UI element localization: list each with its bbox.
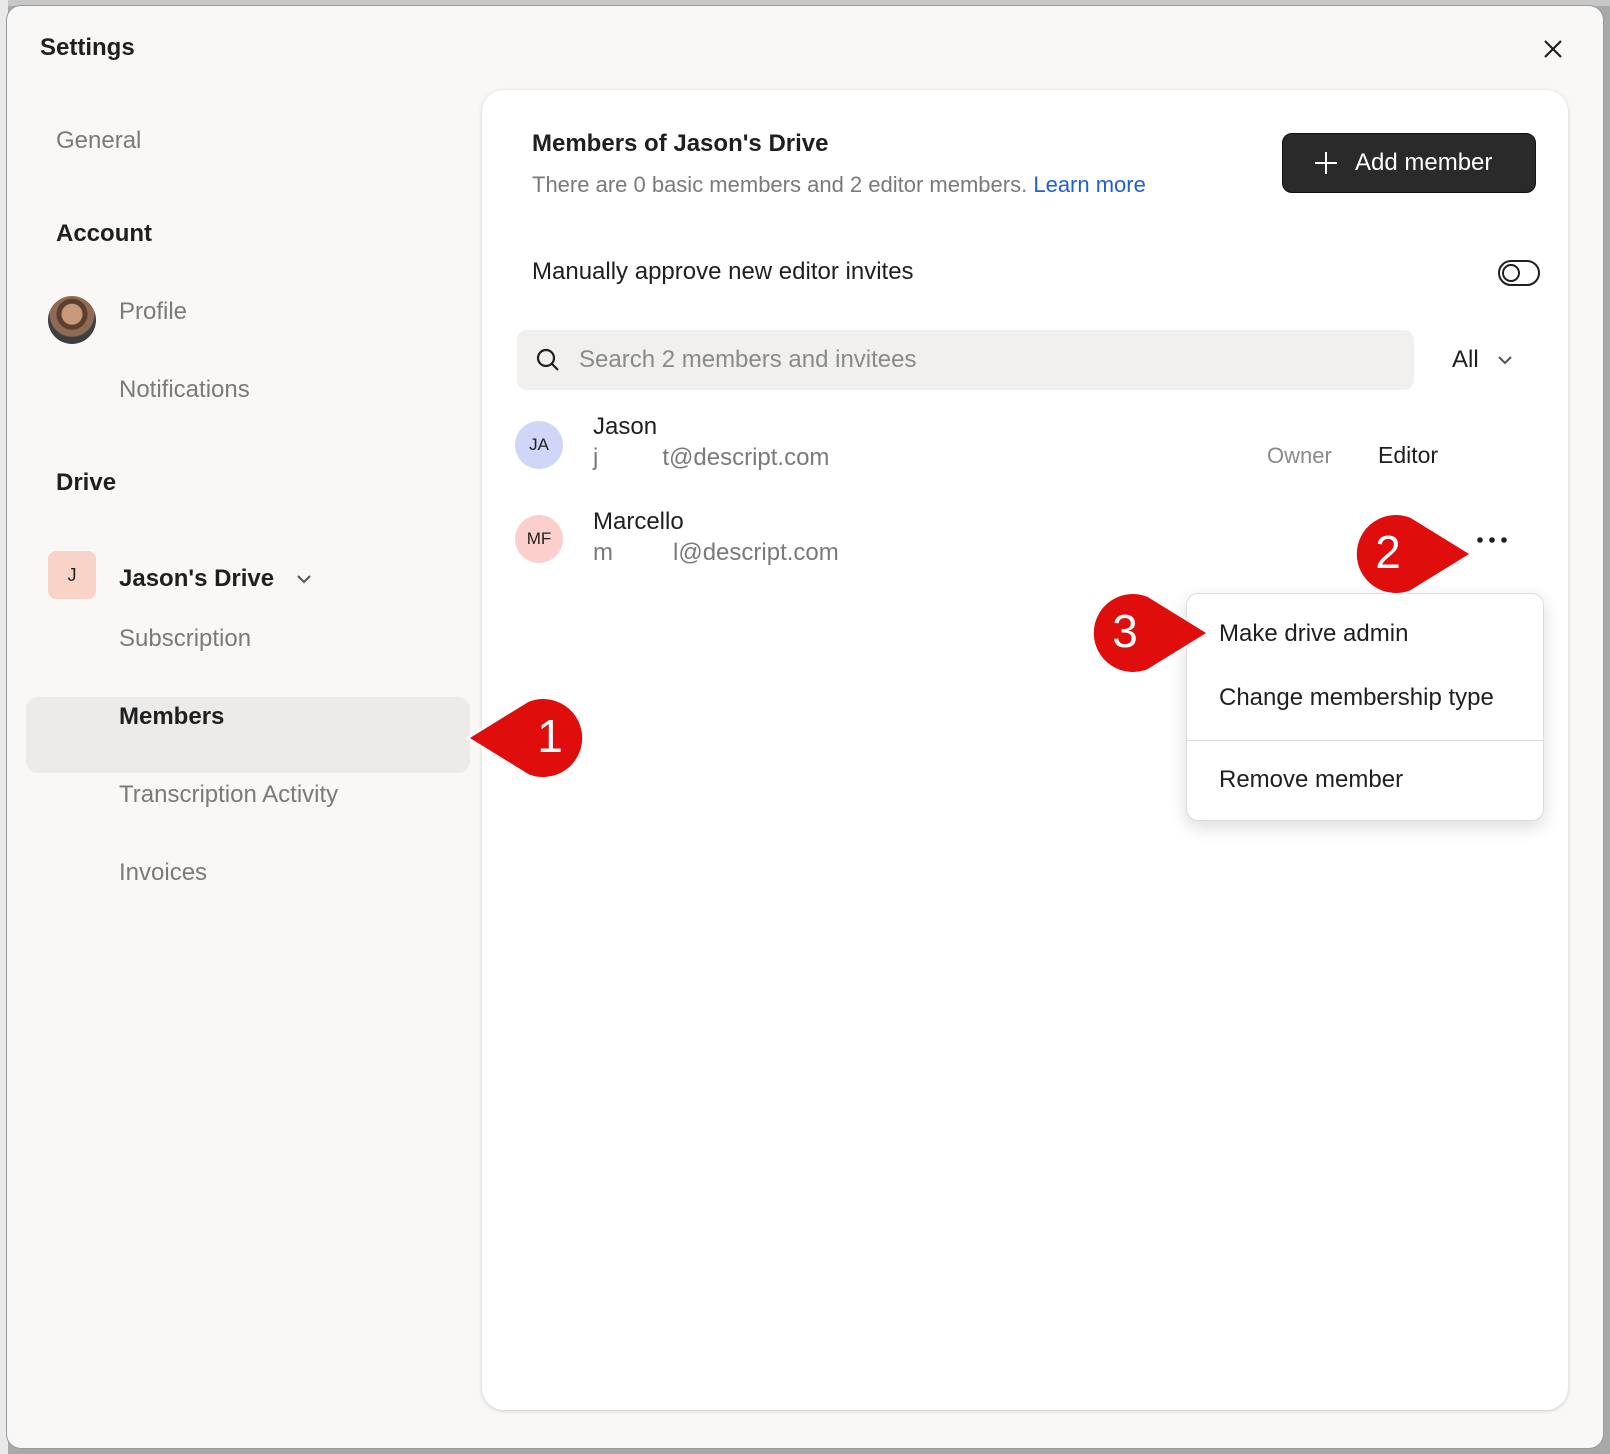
member-email: m l@descript.com — [593, 539, 839, 567]
member-more-button[interactable] — [1474, 530, 1510, 550]
drive-selector[interactable]: Jason's Drive — [119, 565, 274, 593]
member-email: j t@descript.com — [593, 444, 829, 472]
member-filter-select[interactable]: All — [1452, 346, 1513, 374]
member-email-end: t@descript.com — [662, 444, 830, 471]
add-member-label: Add member — [1355, 149, 1493, 176]
callout-2-label: 2 — [1375, 526, 1401, 578]
chevron-down-icon[interactable] — [295, 572, 313, 586]
member-search — [517, 330, 1414, 390]
member-name: Jason — [593, 413, 658, 440]
member-email-end: l@descript.com — [673, 539, 839, 566]
sidebar-item-transcription-activity[interactable]: Transcription Activity — [119, 781, 338, 809]
members-summary-text: There are 0 basic members and 2 editor m… — [532, 172, 1028, 197]
sidebar-section-account: Account — [56, 220, 152, 247]
sidebar-item-members[interactable]: Members — [119, 703, 224, 731]
search-icon — [536, 348, 559, 371]
search-input[interactable] — [579, 346, 1379, 374]
close-icon — [1544, 40, 1562, 58]
member-role[interactable]: Editor — [1378, 442, 1438, 469]
member-email-start: m — [593, 539, 613, 566]
sidebar: General Account Profile Notifications Dr… — [7, 6, 477, 1448]
sidebar-item-general[interactable]: General — [56, 127, 141, 155]
callout-1: 1 — [466, 697, 593, 779]
callout-3-label: 3 — [1112, 605, 1138, 657]
profile-avatar — [48, 296, 96, 344]
owner-badge: Owner — [1267, 443, 1332, 468]
menu-item-remove-member[interactable]: Remove member — [1219, 766, 1403, 794]
sidebar-item-subscription[interactable]: Subscription — [119, 625, 251, 653]
more-icon — [1477, 537, 1507, 543]
plus-icon — [1315, 152, 1337, 174]
menu-item-change-membership-type[interactable]: Change membership type — [1219, 684, 1494, 712]
callout-3: 3 — [1083, 592, 1210, 674]
sidebar-item-invoices[interactable]: Invoices — [119, 859, 207, 887]
sidebar-item-notifications[interactable]: Notifications — [119, 376, 250, 404]
sidebar-item-members-highlight[interactable] — [26, 697, 470, 773]
add-member-button[interactable]: Add member — [1282, 133, 1536, 193]
member-actions-menu: Make drive admin Change membership type … — [1186, 593, 1544, 821]
sidebar-section-drive: Drive — [56, 469, 117, 496]
filter-value: All — [1452, 346, 1479, 373]
toggle-knob — [1502, 264, 1520, 282]
callout-1-label: 1 — [537, 710, 563, 762]
chevron-down-icon — [1497, 356, 1512, 365]
close-button[interactable] — [1537, 33, 1569, 65]
members-summary: There are 0 basic members and 2 editor m… — [532, 172, 1146, 198]
drive-badge: J — [48, 551, 96, 599]
menu-divider — [1187, 740, 1543, 741]
member-name: Marcello — [593, 508, 684, 535]
sidebar-item-profile[interactable]: Profile — [119, 298, 187, 326]
member-avatar: JA — [515, 421, 563, 469]
callout-2: 2 — [1346, 513, 1473, 595]
member-email-start: j — [593, 444, 599, 471]
approve-invites-label: Manually approve new editor invites — [532, 258, 914, 285]
approve-invites-toggle[interactable] — [1498, 260, 1540, 286]
learn-more-link[interactable]: Learn more — [1033, 172, 1146, 197]
menu-item-make-drive-admin[interactable]: Make drive admin — [1219, 620, 1408, 648]
page-title: Members of Jason's Drive — [532, 130, 829, 157]
member-avatar: MF — [515, 515, 563, 563]
